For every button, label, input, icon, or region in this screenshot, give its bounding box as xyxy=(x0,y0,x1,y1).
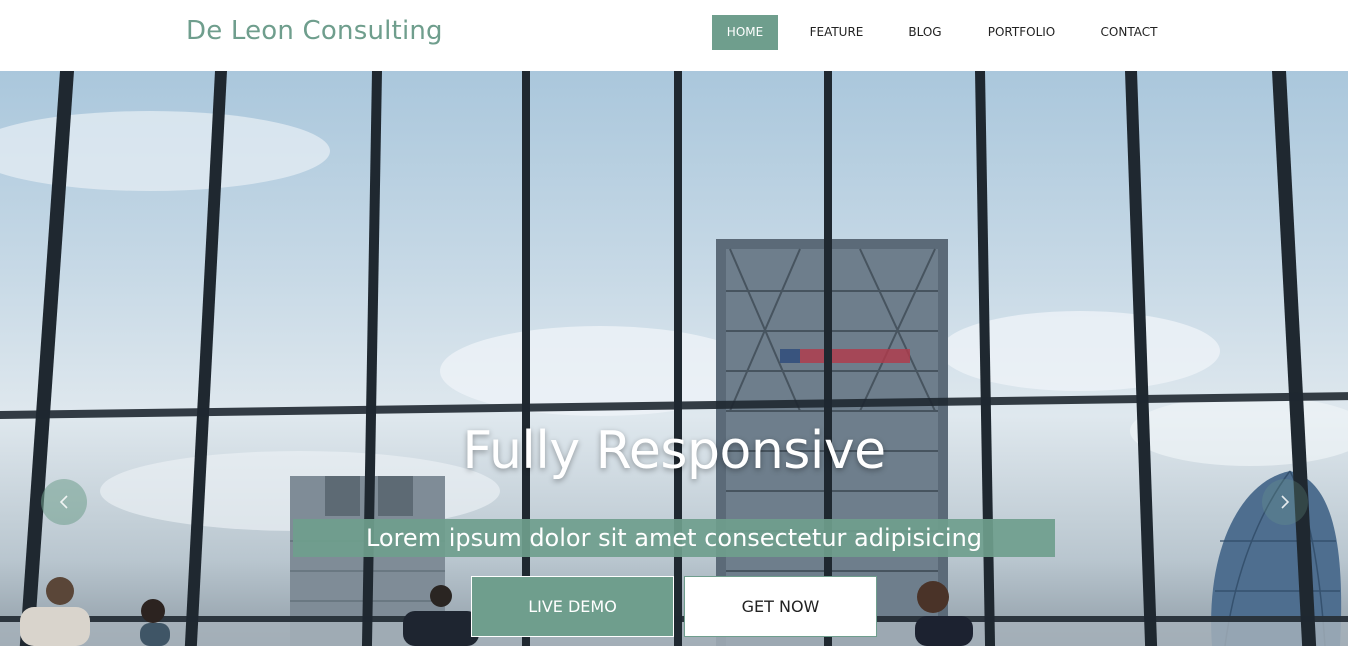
nav-item-blog[interactable]: BLOG xyxy=(895,15,955,50)
hero-subtitle: Lorem ipsum dolor sit amet consectetur a… xyxy=(293,519,1055,557)
slider-next-button[interactable] xyxy=(1262,479,1308,525)
site-header: De Leon Consulting HOME FEATURE BLOG POR… xyxy=(0,0,1348,71)
nav-item-contact[interactable]: CONTACT xyxy=(1088,15,1170,50)
hero-title: Fully Responsive xyxy=(462,421,886,481)
chevron-right-icon xyxy=(1281,495,1290,509)
live-demo-button[interactable]: LIVE DEMO xyxy=(471,576,674,637)
nav-item-home[interactable]: HOME xyxy=(712,15,778,50)
brand-logo-text[interactable]: De Leon Consulting xyxy=(186,16,443,46)
slider-prev-button[interactable] xyxy=(41,479,87,525)
nav-item-feature[interactable]: FEATURE xyxy=(778,15,895,50)
chevron-left-icon xyxy=(59,495,68,509)
nav-item-portfolio[interactable]: PORTFOLIO xyxy=(955,15,1088,50)
main-nav: HOME FEATURE BLOG PORTFOLIO CONTACT xyxy=(712,15,1170,50)
hero-background-image xyxy=(0,71,1348,646)
hero-slider: Fully Responsive Lorem ipsum dolor sit a… xyxy=(0,71,1348,646)
get-now-button[interactable]: GET NOW xyxy=(684,576,877,637)
